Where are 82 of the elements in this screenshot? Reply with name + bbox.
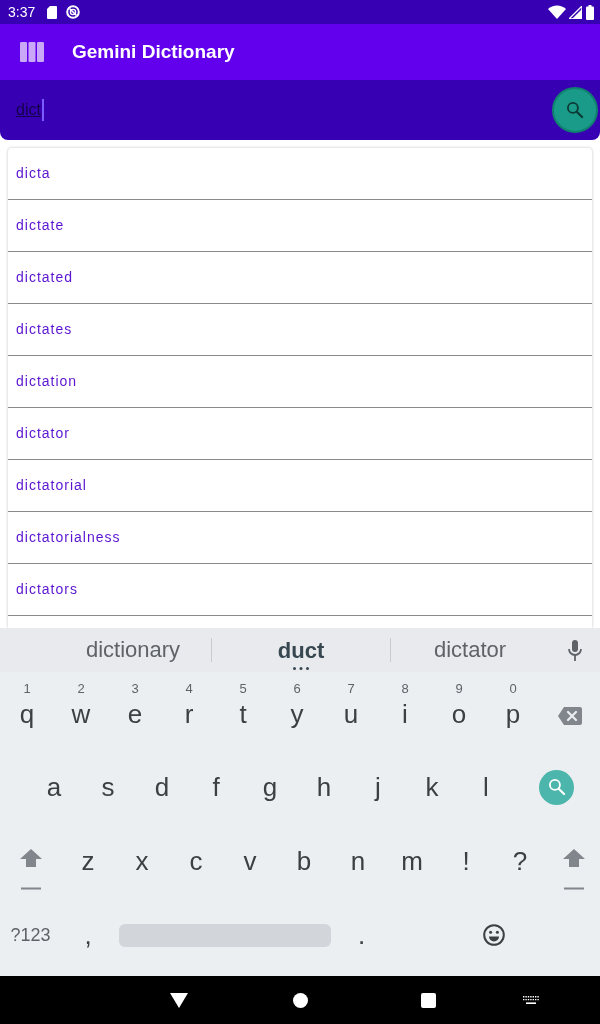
shift-key[interactable] bbox=[561, 848, 586, 890]
wifi-icon bbox=[548, 5, 566, 19]
keyboard-key[interactable]: 2 w bbox=[54, 676, 108, 750]
keyboard-key[interactable]: 3 e bbox=[108, 676, 162, 750]
keyboard-key[interactable]: c bbox=[169, 824, 223, 898]
keyboard-icon bbox=[523, 995, 539, 1005]
recents-button[interactable] bbox=[421, 992, 436, 1008]
result-word[interactable]: dictate bbox=[16, 215, 65, 236]
keyboard-key[interactable]: 7 u bbox=[324, 676, 378, 750]
signal-icon bbox=[569, 5, 582, 19]
down-triangle-icon bbox=[170, 992, 188, 1008]
number-hint: 9 bbox=[455, 682, 463, 696]
shift-key[interactable] bbox=[18, 848, 43, 890]
symbols-key[interactable]: ?123 bbox=[0, 898, 61, 972]
keyboard-key[interactable]: 5 t bbox=[216, 676, 270, 750]
keyboard-key[interactable]: d bbox=[135, 750, 189, 824]
number-hint: 6 bbox=[293, 682, 301, 696]
more-dots-icon bbox=[293, 666, 309, 670]
microphone-button[interactable] bbox=[567, 639, 582, 661]
battery-icon bbox=[586, 4, 594, 20]
home-button[interactable] bbox=[293, 992, 308, 1008]
result-word[interactable]: dictatorialness bbox=[16, 527, 121, 548]
keyboard-key[interactable]: h bbox=[297, 750, 351, 824]
keyboard-key[interactable]: 0 p bbox=[486, 676, 540, 750]
number-hint: 1 bbox=[23, 682, 31, 696]
keyboard-key[interactable]: , bbox=[61, 898, 115, 972]
suggestion-word[interactable]: duct bbox=[277, 636, 325, 670]
suggestion-word[interactable]: dictator bbox=[433, 636, 507, 664]
keyboard-key[interactable]: 6 y bbox=[270, 676, 324, 750]
result-word[interactable]: dictatorial bbox=[16, 475, 87, 496]
keyboard-key[interactable]: 4 r bbox=[162, 676, 216, 750]
microphone-icon bbox=[567, 639, 582, 661]
search-button[interactable] bbox=[552, 87, 598, 133]
app-title: Gemini Dictionary bbox=[72, 39, 235, 64]
number-hint: 7 bbox=[347, 682, 355, 696]
emoji-key[interactable] bbox=[483, 924, 506, 946]
keyboard-key[interactable]: b bbox=[277, 824, 331, 898]
number-hint: 3 bbox=[131, 682, 139, 696]
smiley-icon bbox=[483, 924, 506, 946]
keyboard-key[interactable]: 9 o bbox=[432, 676, 486, 750]
result-word[interactable]: dicta bbox=[16, 163, 51, 184]
keyboard-key[interactable]: z bbox=[61, 824, 115, 898]
keyboard-switch-button[interactable] bbox=[523, 995, 539, 1005]
keyboard-key[interactable]: x bbox=[115, 824, 169, 898]
cursor-icon bbox=[41, 99, 44, 121]
keyboard-key[interactable]: f bbox=[189, 750, 243, 824]
keyboard-key[interactable]: k bbox=[405, 750, 459, 824]
shift-arrow-icon bbox=[18, 848, 43, 890]
back-button[interactable] bbox=[170, 992, 188, 1008]
number-hint: 2 bbox=[77, 682, 85, 696]
keyboard-key[interactable]: m bbox=[385, 824, 439, 898]
keyboard-key[interactable]: a bbox=[27, 750, 81, 824]
keyboard-key[interactable]: j bbox=[351, 750, 405, 824]
number-hint: 4 bbox=[185, 682, 193, 696]
keyboard-key[interactable]: s bbox=[81, 750, 135, 824]
keyboard-key[interactable]: 8 i bbox=[378, 676, 432, 750]
result-word[interactable]: dictation bbox=[16, 371, 78, 392]
number-hint: 8 bbox=[401, 682, 409, 696]
sd-card-icon bbox=[47, 5, 58, 19]
keyboard-key[interactable]: . bbox=[334, 898, 389, 972]
keyboard-key[interactable]: g bbox=[243, 750, 297, 824]
circle-slash-icon bbox=[66, 5, 81, 19]
clock-time: 3:37 bbox=[8, 2, 36, 22]
keyboard-key[interactable]: 1 q bbox=[0, 676, 54, 750]
result-word[interactable]: dictators bbox=[16, 579, 78, 600]
result-word[interactable]: dictator bbox=[16, 423, 70, 444]
keyboard-key[interactable]: ? bbox=[493, 824, 547, 898]
backspace-key[interactable] bbox=[557, 706, 583, 726]
backspace-icon bbox=[557, 706, 583, 726]
keyboard-key[interactable]: l bbox=[459, 750, 513, 824]
keyboard-key[interactable]: n bbox=[331, 824, 385, 898]
search-icon bbox=[565, 100, 585, 120]
search-icon bbox=[546, 777, 567, 797]
keyboard-key[interactable]: ! bbox=[439, 824, 493, 898]
number-hint: 0 bbox=[509, 682, 517, 696]
suggestion-word[interactable]: dictionary bbox=[85, 636, 181, 664]
three-bars-icon bbox=[20, 42, 44, 62]
result-word[interactable]: dictates bbox=[16, 319, 73, 340]
shift-arrow-icon bbox=[561, 848, 586, 890]
result-word[interactable]: dictated bbox=[16, 267, 74, 288]
number-hint: 5 bbox=[239, 682, 247, 696]
keyboard-key[interactable]: v bbox=[223, 824, 277, 898]
